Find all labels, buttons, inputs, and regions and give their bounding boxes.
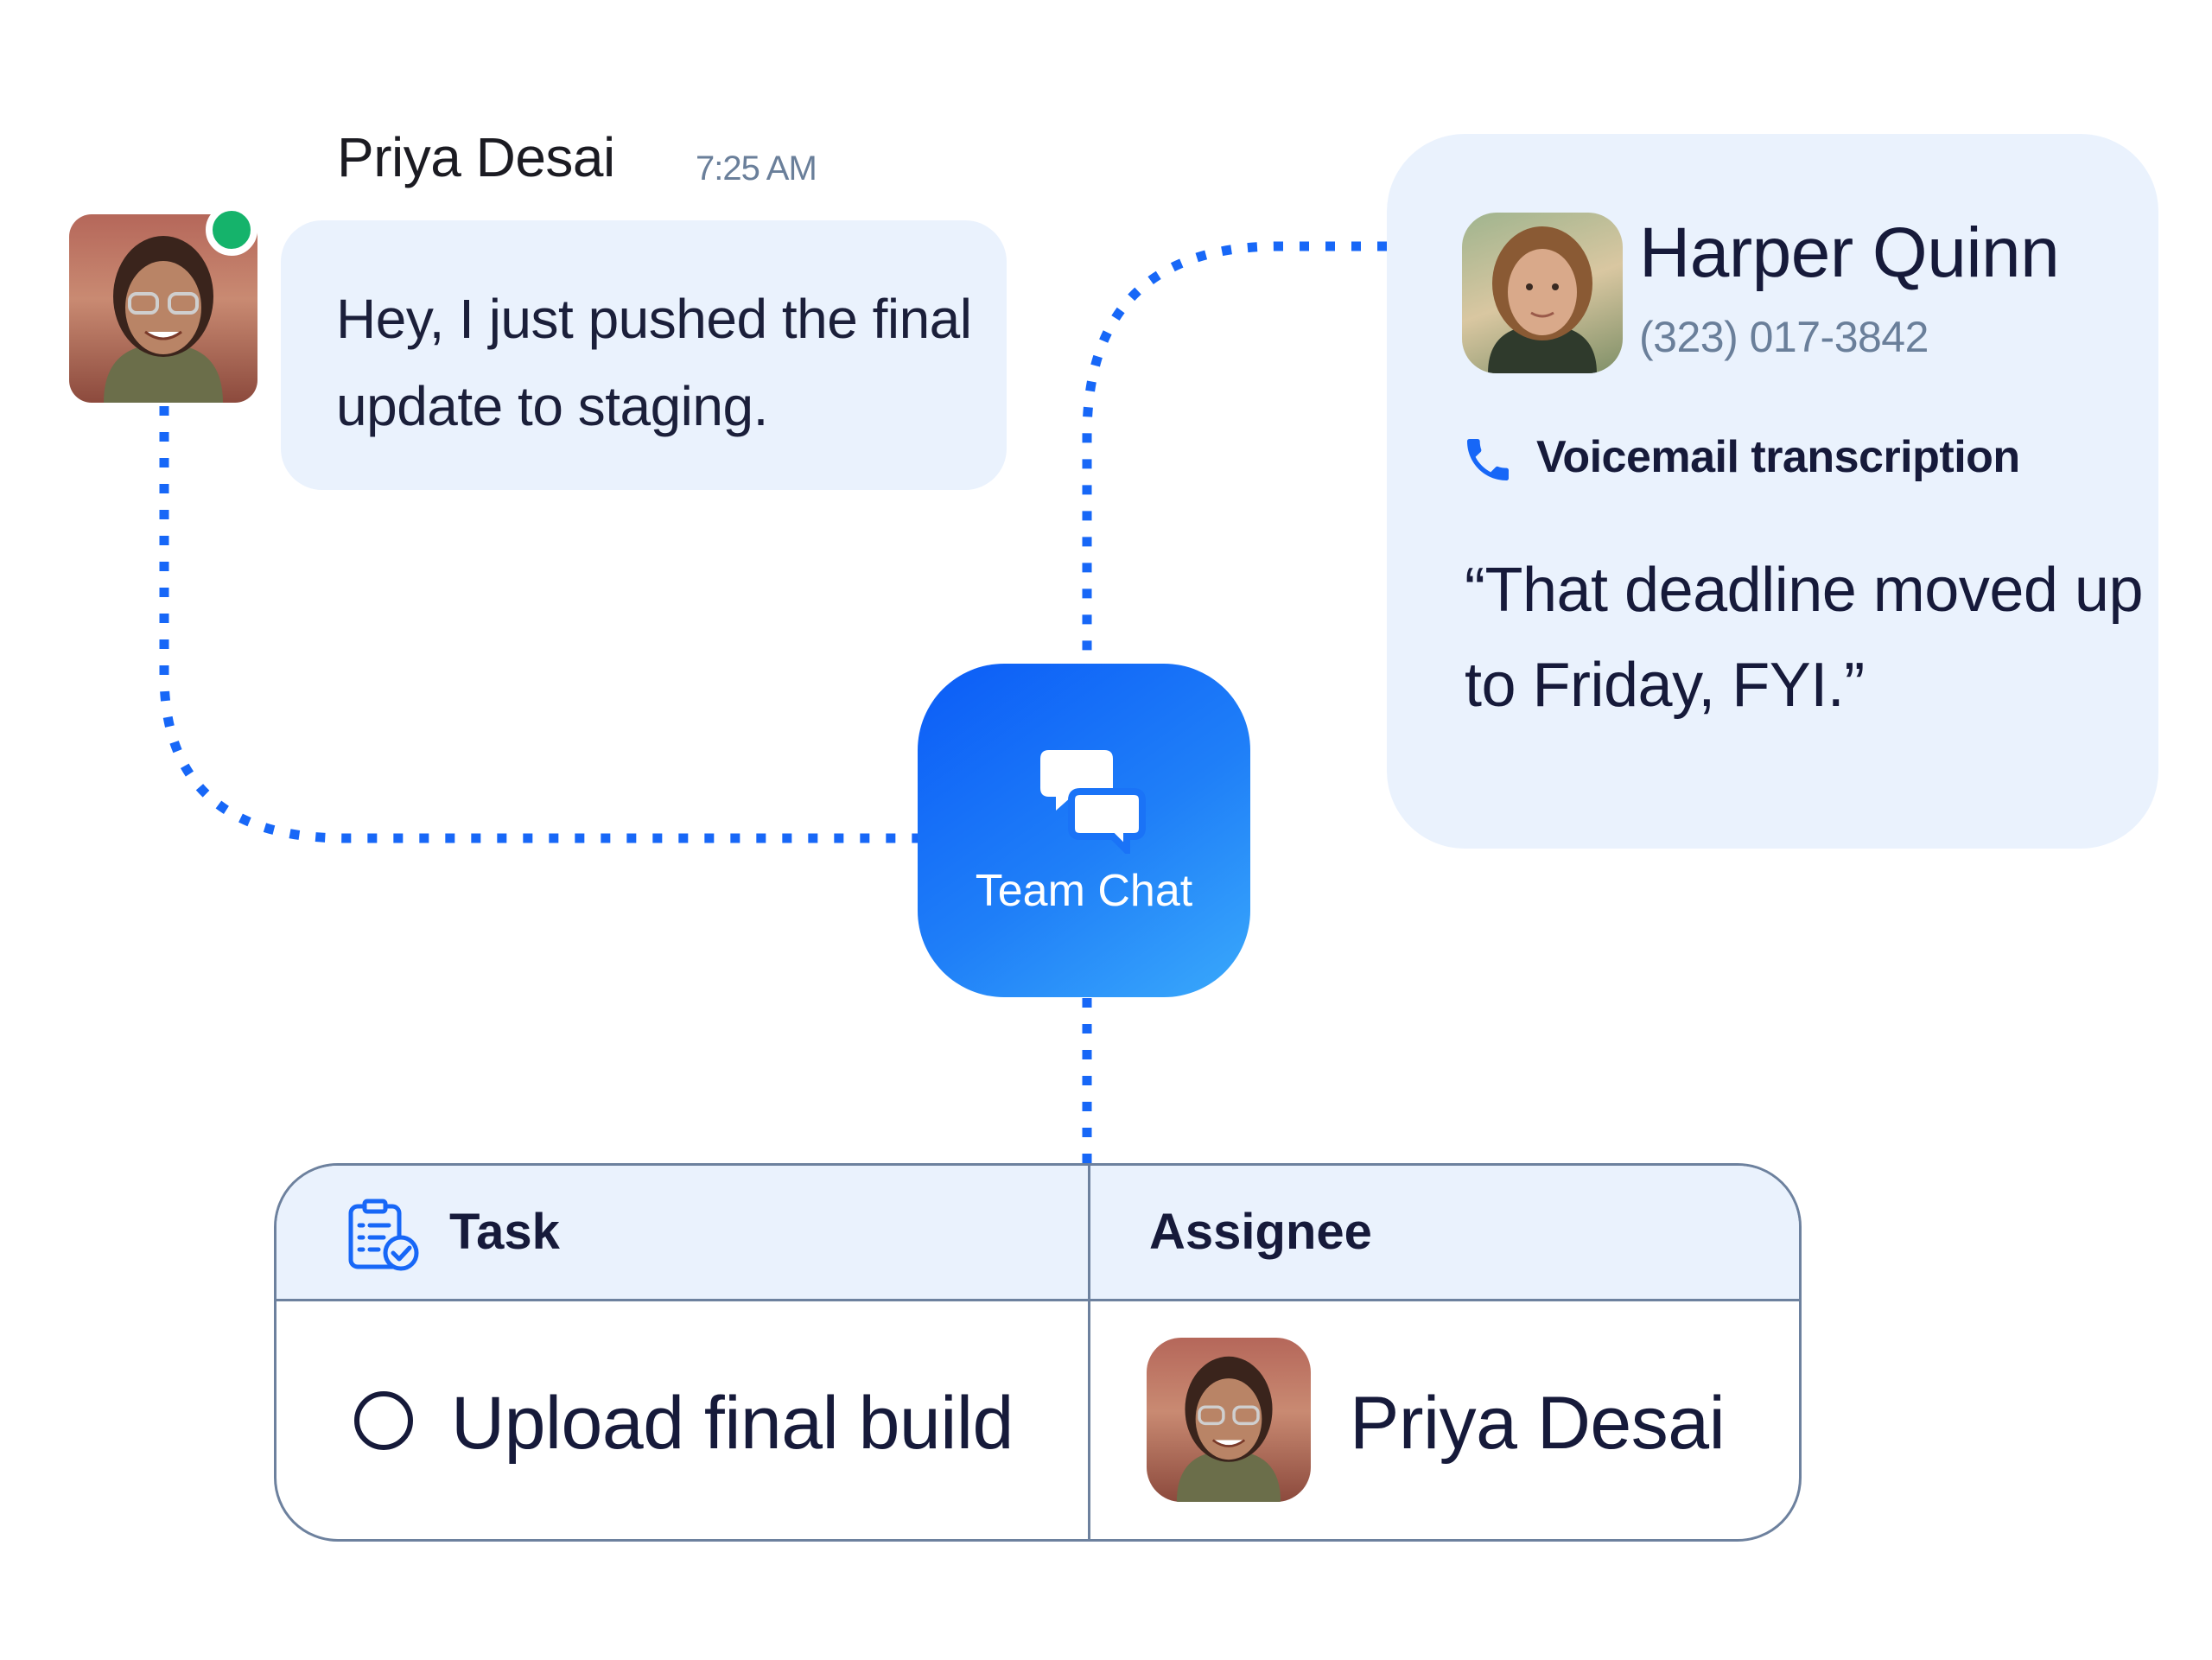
message-text: Hey, I just pushed the final update to s…: [336, 288, 972, 437]
header-assignee: Assignee: [1149, 1204, 1372, 1260]
person-photo-icon: [1176, 1356, 1281, 1502]
message-bubble[interactable]: Hey, I just pushed the final update to s…: [281, 220, 1007, 490]
online-status-dot: [206, 204, 257, 256]
person-photo-icon: [1488, 226, 1597, 373]
voicemail-transcript: “That deadline moved up to Friday, FYI.”: [1465, 556, 2144, 720]
assignee-name: Priya Desai: [1350, 1382, 1726, 1465]
header-task: Task: [449, 1204, 560, 1260]
task-name[interactable]: Upload final build: [451, 1386, 1014, 1460]
phone-icon: [1467, 439, 1509, 480]
team-chat-icon: [1040, 750, 1146, 854]
avatar-harper-quinn[interactable]: [1462, 213, 1623, 373]
assignee-avatar[interactable]: [1147, 1338, 1311, 1502]
checkbox-circle-icon[interactable]: [354, 1391, 413, 1450]
voicemail-label: Voicemail transcription: [1536, 432, 2020, 482]
connector-voicemail-to-hub: [1082, 241, 1387, 664]
caller-name: Harper Quinn: [1639, 213, 2060, 292]
task-clipboard-icon: [348, 1199, 419, 1271]
message-timestamp: 7:25 AM: [696, 149, 817, 188]
column-divider: [1088, 1166, 1090, 1539]
hub-label: Team Chat: [975, 866, 1193, 916]
sender-name: Priya Desai: [337, 126, 615, 188]
caller-phone-number[interactable]: (323) 017-3842: [1639, 315, 1929, 359]
